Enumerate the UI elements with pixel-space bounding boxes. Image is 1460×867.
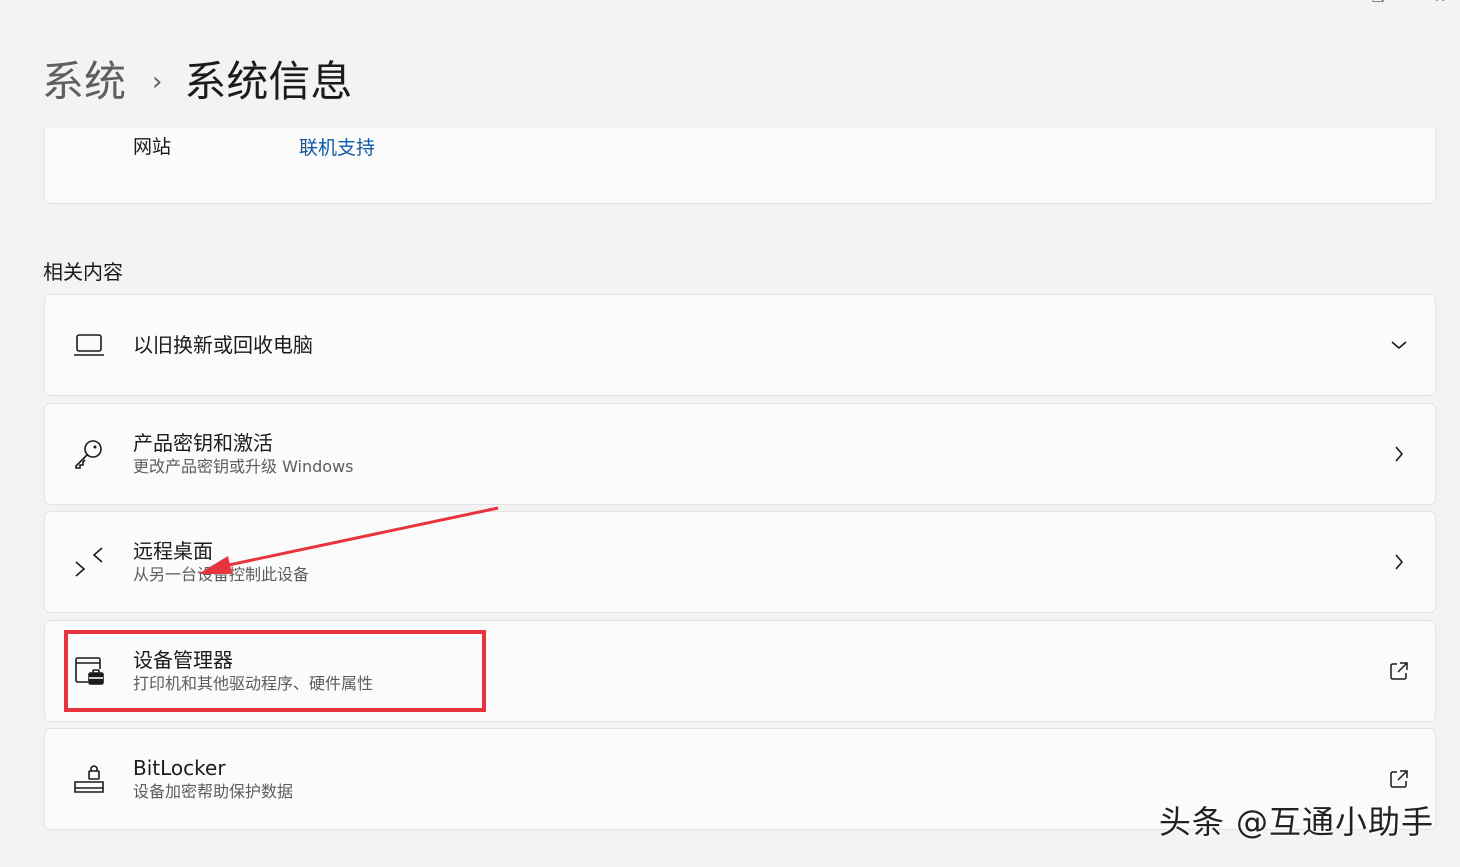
related-item-subtitle: 打印机和其他驱动程序、硬件属性 — [133, 674, 374, 693]
related-item-title: BitLocker — [133, 756, 226, 780]
related-item-product-key[interactable]: 产品密钥和激活 更改产品密钥或升级 Windows — [44, 403, 1436, 505]
online-support-link[interactable]: 联机支持 — [299, 133, 375, 160]
external-link-icon[interactable] — [1387, 659, 1411, 683]
close-icon[interactable]: ✕ — [1434, 0, 1446, 6]
related-item-trade-in[interactable]: 以旧换新或回收电脑 — [44, 294, 1436, 396]
watermark: 头条 @互通小助手 — [1158, 803, 1434, 841]
website-label: 网站 — [133, 136, 172, 158]
chevron-right-icon[interactable] — [1387, 442, 1411, 466]
restore-icon[interactable]: ❐ — [1372, 0, 1385, 6]
breadcrumb: 系统 › 系统信息 — [42, 52, 352, 112]
window-controls: ❐ ✕ — [1372, 0, 1446, 6]
page-title: 系统信息 — [184, 57, 353, 106]
related-item-subtitle: 从另一台设备控制此设备 — [133, 565, 310, 584]
device-manager-icon — [69, 651, 109, 691]
related-section-title: 相关内容 — [43, 260, 123, 284]
related-item-subtitle: 设备加密帮助保护数据 — [133, 782, 294, 801]
related-item-title: 设备管理器 — [133, 648, 233, 672]
bitlocker-icon — [69, 759, 109, 799]
related-item-remote-desktop[interactable]: 远程桌面 从另一台设备控制此设备 — [44, 511, 1436, 613]
laptop-icon — [69, 325, 109, 365]
breadcrumb-parent[interactable]: 系统 — [42, 52, 126, 112]
related-item-device-manager[interactable]: 设备管理器 打印机和其他驱动程序、硬件属性 — [44, 620, 1436, 722]
remote-desktop-icon — [69, 542, 109, 582]
related-item-title: 远程桌面 — [133, 539, 213, 563]
key-icon — [69, 434, 109, 474]
chevron-down-icon[interactable] — [1387, 333, 1411, 357]
external-link-icon[interactable] — [1387, 767, 1411, 791]
related-item-subtitle: 更改产品密钥或升级 Windows — [133, 457, 354, 476]
support-card: 网站 联机支持 — [44, 128, 1436, 204]
related-item-title: 产品密钥和激活 — [133, 431, 273, 455]
chevron-right-icon[interactable] — [1387, 550, 1411, 574]
related-item-title: 以旧换新或回收电脑 — [133, 333, 313, 357]
breadcrumb-separator: › — [152, 67, 163, 97]
